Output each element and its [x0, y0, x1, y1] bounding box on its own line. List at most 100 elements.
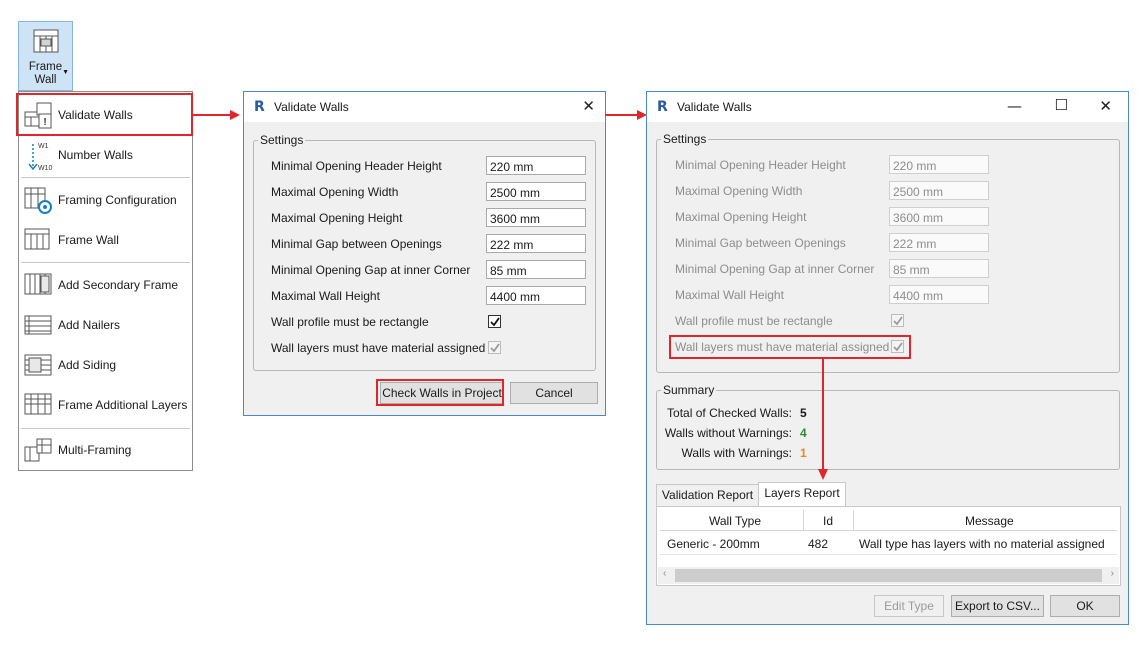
menu-separator [21, 262, 190, 263]
add-siding-icon [23, 350, 53, 380]
grid-header-id[interactable]: Id [823, 514, 833, 528]
menu-item-number-walls[interactable]: W1 W10 Number Walls [19, 137, 192, 173]
cell-wall-type: Generic - 200mm [667, 537, 760, 551]
layers-report-grid: Wall Type Id Message Generic - 200mm 482… [656, 506, 1121, 586]
minimize-icon[interactable]: — [1007, 97, 1022, 115]
min-opening-header-height-label: Minimal Opening Header Height [675, 158, 846, 172]
max-opening-width-input[interactable] [486, 182, 586, 201]
wall-layers-material-checkbox[interactable] [488, 341, 501, 354]
max-wall-height-input[interactable] [889, 285, 989, 304]
wall-profile-rectangle-checkbox[interactable] [488, 315, 501, 328]
walls-with-warnings-value: 1 [800, 446, 807, 460]
frame-additional-layers-icon [23, 390, 53, 420]
grid-column-divider [803, 510, 804, 530]
multi-framing-icon [23, 435, 53, 465]
svg-text:W10: W10 [38, 165, 53, 172]
min-opening-header-height-input[interactable] [486, 156, 586, 175]
min-opening-gap-inner-corner-label: Minimal Opening Gap at inner Corner [675, 262, 875, 276]
min-gap-between-openings-input[interactable] [889, 233, 989, 252]
cancel-button[interactable]: Cancel [510, 382, 598, 404]
wall-profile-rectangle-checkbox[interactable] [891, 314, 904, 327]
scroll-right-icon[interactable]: › [1111, 568, 1114, 579]
min-opening-gap-inner-corner-input[interactable] [889, 259, 989, 278]
wall-profile-rectangle-label: Wall profile must be rectangle [675, 314, 833, 328]
walls-without-warnings-value: 4 [800, 426, 807, 440]
wall-layers-highlight [669, 335, 911, 359]
revit-logo-icon: R [657, 99, 668, 115]
close-icon[interactable]: ✕ [1099, 97, 1112, 115]
frame-wall-dropdown-menu: ! Validate Walls W1 W10 Number Walls Fra… [18, 91, 193, 471]
maximize-icon[interactable]: ☐ [1055, 96, 1068, 114]
max-wall-height-label: Maximal Wall Height [675, 288, 784, 302]
close-icon[interactable]: ✕ [582, 97, 595, 115]
svg-text:W1: W1 [38, 143, 49, 150]
framing-configuration-icon [23, 185, 53, 215]
wall-layers-material-label: Wall layers must have material assigned [271, 341, 486, 355]
max-opening-height-input[interactable] [889, 207, 989, 226]
validate-walls-dialog: R Validate Walls ✕ Settings Minimal Open… [243, 91, 606, 416]
menu-item-frame-additional-layers[interactable]: Frame Additional Layers [19, 387, 192, 423]
frame-wall-ribbon-button[interactable]: Frame Wall ▼ [18, 21, 73, 91]
dialog-title: Validate Walls [274, 100, 349, 114]
add-secondary-frame-icon [23, 270, 53, 300]
min-gap-between-openings-label: Minimal Gap between Openings [271, 237, 442, 251]
cell-id: 482 [808, 537, 829, 551]
min-opening-header-height-input[interactable] [889, 155, 989, 174]
menu-item-add-nailers[interactable]: Add Nailers [19, 307, 192, 343]
checkmark-icon [490, 317, 500, 327]
tab-validation-report[interactable]: Validation Report [656, 484, 759, 507]
wall-profile-rectangle-label: Wall profile must be rectangle [271, 315, 429, 329]
frame-wall-icon [31, 27, 61, 60]
settings-legend: Settings [260, 133, 304, 147]
scrollbar-thumb[interactable] [675, 569, 1102, 582]
max-opening-width-label: Maximal Opening Width [675, 184, 803, 198]
cell-message: Wall type has layers with no material as… [859, 537, 1105, 551]
settings-legend: Settings [663, 132, 707, 146]
menu-item-framing-configuration[interactable]: Framing Configuration [19, 182, 192, 218]
min-opening-header-height-label: Minimal Opening Header Height [271, 159, 442, 173]
menu-item-frame-wall[interactable]: Frame Wall [19, 222, 192, 258]
min-opening-gap-inner-corner-input[interactable] [486, 260, 586, 279]
dropdown-arrow-icon: ▼ [62, 69, 69, 76]
max-opening-width-label: Maximal Opening Width [271, 185, 399, 199]
flow-arrow [818, 359, 828, 480]
dialog-titlebar: R Validate Walls ✕ [244, 92, 605, 122]
check-walls-highlight [376, 379, 504, 406]
dialog-titlebar: R Validate Walls — ☐ ✕ [647, 92, 1128, 122]
grid-header-wall-type[interactable]: Wall Type [709, 514, 761, 528]
validate-walls-highlight [16, 93, 193, 136]
revit-logo-icon: R [254, 99, 265, 115]
max-wall-height-label: Maximal Wall Height [271, 289, 380, 303]
min-gap-between-openings-label: Minimal Gap between Openings [675, 236, 846, 250]
walls-with-warnings-label: Walls with Warnings: [681, 446, 792, 460]
flow-arrow [605, 110, 647, 120]
total-checked-walls-label: Total of Checked Walls: [667, 406, 792, 420]
scroll-left-icon[interactable]: ‹ [663, 568, 666, 579]
flow-arrow [192, 110, 240, 120]
min-gap-between-openings-input[interactable] [486, 234, 586, 253]
max-opening-height-label: Maximal Opening Height [675, 210, 807, 224]
menu-item-add-siding[interactable]: Add Siding [19, 347, 192, 383]
menu-separator [21, 177, 190, 178]
frame-wall-icon [23, 225, 53, 255]
summary-legend: Summary [663, 383, 715, 397]
grid-header-row: Wall Type Id Message [660, 510, 1117, 531]
max-opening-height-label: Maximal Opening Height [271, 211, 403, 225]
max-wall-height-input[interactable] [486, 286, 586, 305]
table-row[interactable]: Generic - 200mm 482 Wall type has layers… [660, 532, 1117, 555]
menu-item-add-secondary-frame[interactable]: Add Secondary Frame [19, 267, 192, 303]
grid-header-message[interactable]: Message [965, 514, 1014, 528]
horizontal-scrollbar[interactable]: ‹ › [658, 567, 1119, 584]
max-opening-height-input[interactable] [486, 208, 586, 227]
grid-column-divider [853, 510, 854, 530]
max-opening-width-input[interactable] [889, 181, 989, 200]
ok-button[interactable]: OK [1050, 595, 1120, 617]
number-walls-icon: W1 W10 [23, 140, 53, 172]
menu-item-multi-framing[interactable]: Multi-Framing [19, 432, 192, 468]
dialog-title: Validate Walls [677, 100, 752, 114]
tab-layers-report[interactable]: Layers Report [758, 482, 846, 507]
export-to-csv-button[interactable]: Export to CSV... [951, 595, 1044, 617]
total-checked-walls-value: 5 [800, 406, 807, 420]
add-nailers-icon [23, 310, 53, 340]
edit-type-button[interactable]: Edit Type [874, 595, 944, 617]
